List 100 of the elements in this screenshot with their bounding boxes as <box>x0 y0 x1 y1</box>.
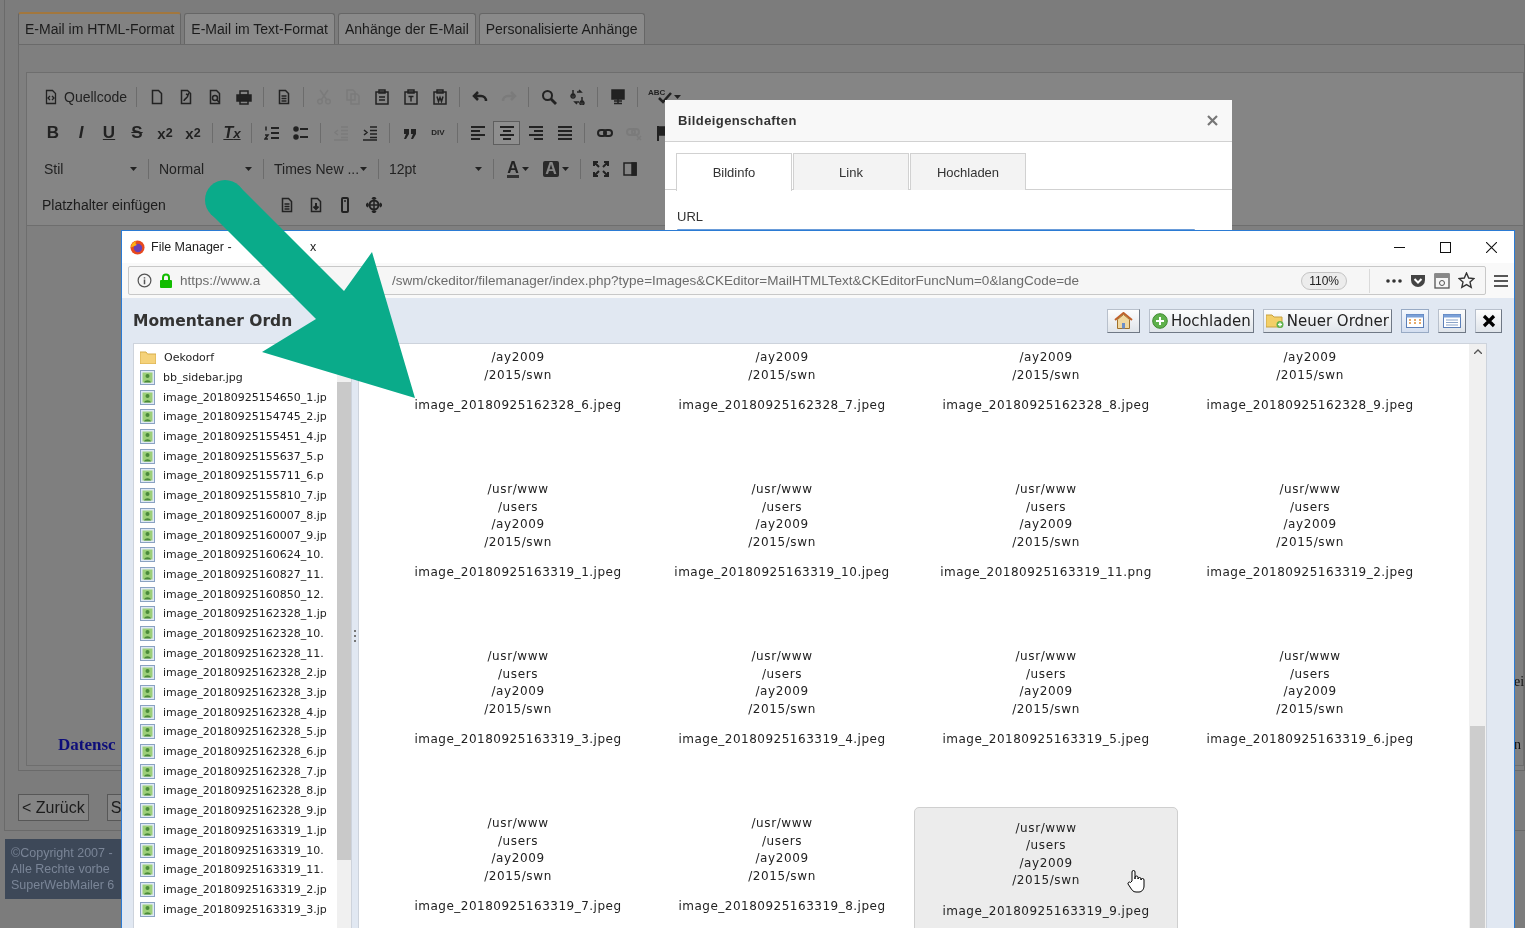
address-bar[interactable]: https://www.a /swm/ckeditor/filemanager/index.php?type=Images&CKEditor=MailHTMLText&CKEditorFuncNum=0&langCode=de 110% <box>128 266 1486 295</box>
tree-item[interactable]: image_20180925162328_7.jp <box>163 764 327 778</box>
tree-item[interactable]: image_20180925163319_11. <box>163 863 324 877</box>
file-path: /ay2009 <box>755 516 809 534</box>
tab[interactable]: Anhänge der E-Mail <box>338 13 476 44</box>
strikethrough-button[interactable]: S <box>124 121 150 145</box>
spellcheck-button[interactable]: ABC <box>644 85 686 109</box>
tree-item[interactable]: image_20180925162328_3.jp <box>163 686 327 700</box>
file-name: image_20180925163319_11.png <box>940 564 1152 581</box>
tree-item[interactable]: image_20180925163319_2.jp <box>163 882 327 896</box>
dropdown[interactable]: Stil <box>40 157 142 181</box>
file-path: /usr/www <box>1279 648 1341 666</box>
file-path: /2015/swn <box>1276 700 1344 718</box>
file-path: /2015/swn <box>1012 533 1080 551</box>
file-path: /usr/www <box>751 648 813 666</box>
url-text: /swm/ckeditor/filemanager/index.php?type=Images&CKEditor=MailHTMLText&CKEditorFuncNum=0&langCode=de <box>392 273 1080 288</box>
file-tile[interactable]: /ay2009 /2015/swn image_20180925162328_8.jpeg <box>914 344 1178 473</box>
tree-item[interactable]: image_20180925162328_2.jp <box>163 666 327 680</box>
file-path: /usr/www <box>1015 481 1077 499</box>
tab[interactable]: Link <box>793 153 909 190</box>
file-tile[interactable]: /usr/www /users /ay2009 /2015/swn image_20180925163319_4.jpeg <box>650 640 914 807</box>
tab[interactable]: Personalisierte Anhänge <box>478 13 645 44</box>
file-name: image_20180925163319_2.jpeg <box>1206 564 1414 581</box>
nav-button[interactable]: < Zurück <box>18 794 89 821</box>
file-path: /users <box>761 665 803 683</box>
toolbar-button[interactable]: Neuer Ordner <box>1262 308 1392 333</box>
zoom-level[interactable]: 110% <box>1301 271 1347 290</box>
file-path: /2015/swn <box>748 700 816 718</box>
file-tile[interactable]: /usr/www /users /ay2009 /2015/swn image_20180925163319_5.jpeg <box>914 640 1178 807</box>
tab[interactable]: E-Mail im HTML-Format <box>18 12 182 44</box>
file-path: /users <box>761 832 803 850</box>
underline-button[interactable]: U <box>96 121 122 145</box>
tree-item[interactable]: image_20180925160007_8.jp <box>163 508 327 522</box>
file-tile[interactable]: /usr/www /users /ay2009 /2015/swn image_20180925163319_2.jpeg <box>1178 473 1442 640</box>
file-tile[interactable]: /ay2009 /2015/swn image_20180925162328_9.jpeg <box>1178 344 1442 473</box>
tree-item[interactable]: image_20180925160827_11. <box>163 567 324 581</box>
dropdown[interactable]: Normal <box>155 157 257 181</box>
tree-item[interactable]: image_20180925155637_5.p <box>163 449 324 463</box>
tree-item[interactable]: image_20180925154650_1.jp <box>163 390 327 404</box>
source-button[interactable]: Quellcode <box>40 85 131 109</box>
file-path: /users <box>1025 665 1067 683</box>
dropdown[interactable]: 12pt <box>385 157 487 181</box>
file-tile[interactable]: /ay2009 /2015/swn image_20180925162328_6.jpeg <box>386 344 650 473</box>
file-tile[interactable]: /usr/www /users /ay2009 /2015/swn image_20180925163319_6.jpeg <box>1178 640 1442 807</box>
tab[interactable]: Hochladen <box>910 153 1026 190</box>
file-path: /2015/swn <box>1276 533 1344 551</box>
file-tile[interactable]: /usr/www /users /ay2009 /2015/swn image_20180925163319_8.jpeg <box>650 807 914 928</box>
file-path: /users <box>497 665 539 683</box>
tab[interactable]: E-Mail im Text-Format <box>184 13 335 44</box>
italic-button[interactable]: I <box>68 121 94 145</box>
tree-item[interactable]: image_20180925155451_4.jp <box>163 430 327 444</box>
file-tile[interactable]: /usr/www /users /ay2009 /2015/swn image_20180925163319_3.jpeg <box>386 640 650 807</box>
tree-item[interactable]: image_20180925163319_10. <box>163 843 324 857</box>
url-text: https://www.a <box>180 273 262 288</box>
file-name: image_20180925163319_8.jpeg <box>678 898 886 915</box>
file-name: image_20180925163319_1.jpeg <box>414 564 622 581</box>
tree-item[interactable]: image_20180925155711_6.p <box>163 469 324 483</box>
tree-item[interactable]: image_20180925160007_9.jp <box>163 528 327 542</box>
file-tile[interactable]: /usr/www /users /ay2009 /2015/swn image_20180925163319_11.png <box>914 473 1178 640</box>
dropdown[interactable]: Times New ... <box>270 157 372 181</box>
tree-item[interactable]: image_20180925163319_3.jp <box>163 902 327 916</box>
file-tile[interactable]: /usr/www /users /ay2009 /2015/swn image_20180925163319_1.jpeg <box>386 473 650 640</box>
file-name: image_20180925163319_6.jpeg <box>1206 731 1414 748</box>
tree-item[interactable]: bb_sidebar.jpg <box>163 371 243 385</box>
file-path: /2015/swn <box>484 366 552 384</box>
file-path: /users <box>497 498 539 516</box>
file-path: /ay2009 <box>1019 683 1073 701</box>
tree-item[interactable]: image_20180925162328_10. <box>163 626 324 640</box>
tree-item[interactable]: image_20180925162328_11. <box>163 646 324 660</box>
file-path: /usr/www <box>1279 481 1341 499</box>
window-title: x <box>310 240 317 254</box>
tree-item[interactable]: image_20180925162328_6.jp <box>163 745 327 759</box>
bold-button[interactable]: B <box>40 121 66 145</box>
tab[interactable]: Bildinfo <box>676 153 792 191</box>
toolbar-button[interactable]: Hochladen <box>1148 308 1254 333</box>
file-name: image_20180925162328_9.jpeg <box>1206 397 1414 414</box>
file-tile[interactable]: /ay2009 /2015/swn image_20180925162328_7.jpeg <box>650 344 914 473</box>
file-tile[interactable]: /usr/www /users /ay2009 /2015/swn image_20180925163319_10.jpeg <box>650 473 914 640</box>
tree-item[interactable]: image_20180925162328_9.jp <box>163 804 327 818</box>
file-name: image_20180925163319_7.jpeg <box>414 898 622 915</box>
file-path: /ay2009 <box>1283 516 1337 534</box>
tree-item[interactable]: image_20180925162328_1.jp <box>163 607 327 621</box>
color-button[interactable]: A <box>538 157 574 181</box>
color-button[interactable]: A <box>500 157 536 181</box>
tree-item[interactable]: image_20180925162328_8.jp <box>163 784 327 798</box>
div-button[interactable]: DIV <box>425 121 451 145</box>
file-path: /usr/www <box>751 815 813 833</box>
tree-item[interactable]: Oekodorf <box>164 351 215 365</box>
tree-item[interactable]: image_20180925163319_1.jp <box>163 823 327 837</box>
dialog-title: Bildeigenschaften <box>678 113 797 128</box>
tree-item[interactable]: image_20180925160624_10. <box>163 548 324 562</box>
tree-item[interactable]: image_20180925162328_4.jp <box>163 705 327 719</box>
tree-item[interactable]: image_20180925155810_7.jp <box>163 489 327 503</box>
file-path: /2015/swn <box>748 867 816 885</box>
tree-item[interactable]: image_20180925154745_2.jp <box>163 410 327 424</box>
file-path: /users <box>1025 498 1067 516</box>
file-tile[interactable]: /usr/www /users /ay2009 /2015/swn image_20180925163319_9.jpeg <box>914 807 1178 928</box>
file-path: /2015/swn <box>1276 366 1344 384</box>
tree-item[interactable]: image_20180925160850_12. <box>163 587 324 601</box>
tree-item[interactable]: image_20180925162328_5.jp <box>163 725 327 739</box>
